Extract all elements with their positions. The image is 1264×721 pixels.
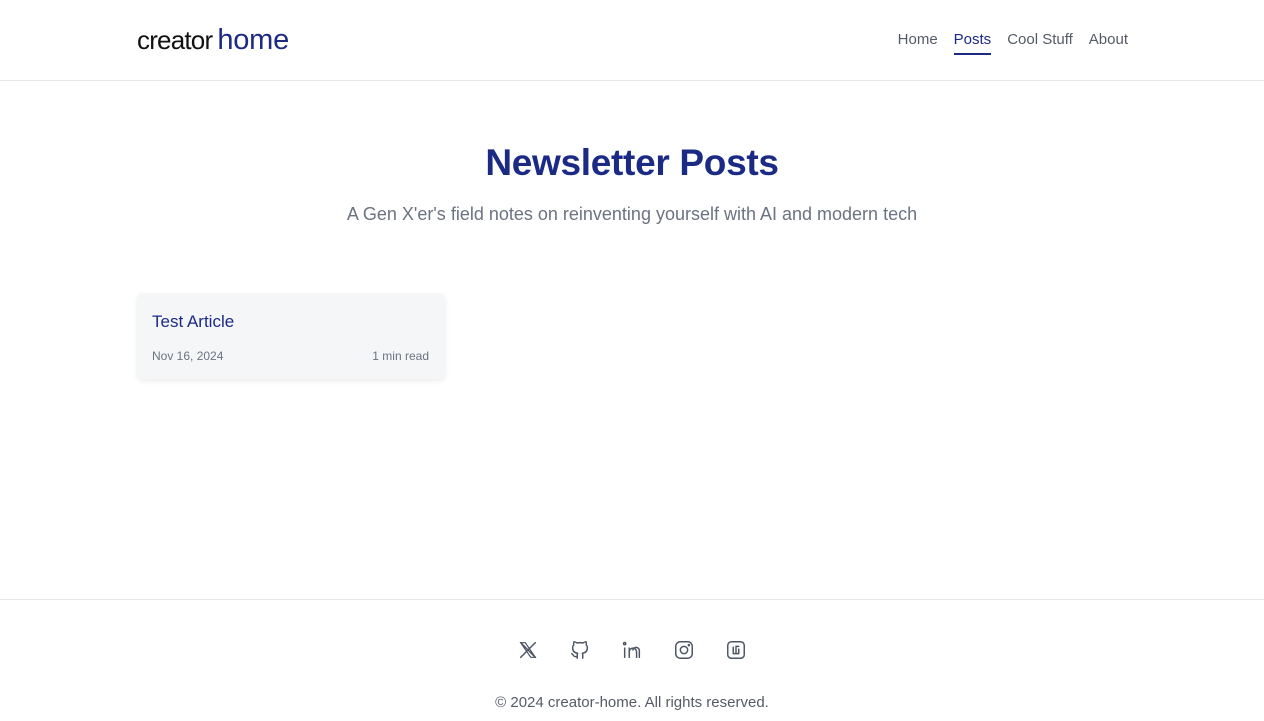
substack-icon[interactable]	[725, 639, 747, 661]
post-read-time: 1 min read	[372, 349, 429, 363]
main-nav: Home Posts Cool Stuff About	[898, 31, 1128, 55]
social-links	[0, 639, 1264, 661]
copyright-text: © 2024 creator-home. All rights reserved…	[495, 694, 769, 711]
logo-text-creator: creator	[137, 25, 213, 55]
github-icon[interactable]	[569, 639, 591, 661]
x-icon[interactable]	[517, 639, 539, 661]
post-card[interactable]: Test Article Nov 16, 2024 1 min read	[137, 293, 445, 379]
instagram-icon[interactable]	[673, 639, 695, 661]
page-subtitle: A Gen X'er's field notes on reinventing …	[346, 204, 918, 224]
post-date: Nov 16, 2024	[152, 349, 224, 363]
nav-link-about[interactable]: About	[1089, 31, 1128, 55]
site-logo[interactable]: creator home	[137, 24, 289, 58]
page-title: Newsletter Posts	[485, 142, 779, 183]
logo-text-home: home	[217, 24, 290, 56]
nav-link-cool-stuff[interactable]: Cool Stuff	[1007, 31, 1073, 55]
nav-link-home[interactable]: Home	[898, 31, 938, 55]
site-footer: © 2024 creator-home. All rights reserved…	[0, 599, 1264, 721]
site-header: creator home Home Posts Cool Stuff About	[0, 0, 1264, 81]
linkedin-icon[interactable]	[621, 639, 643, 661]
post-title[interactable]: Test Article	[152, 312, 234, 332]
nav-link-posts[interactable]: Posts	[953, 31, 992, 55]
